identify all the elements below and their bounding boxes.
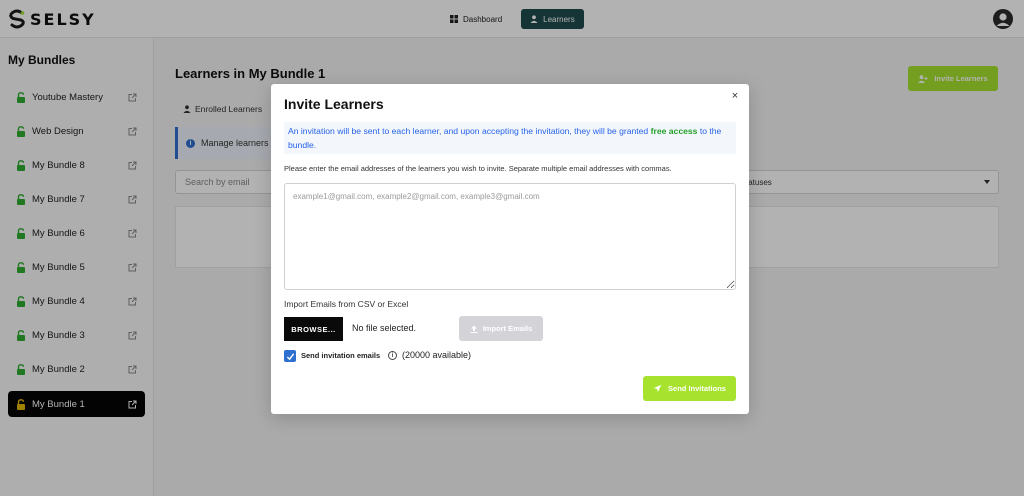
send-icon [653,384,662,393]
info-icon[interactable]: i [388,351,397,360]
import-label: Import Emails from CSV or Excel [284,299,409,309]
invite-learners-modal: Invite Learners × An invitation will be … [271,84,749,414]
import-emails-label: Import Emails [482,324,533,333]
instructions-text: Please enter the email addresses of the … [284,164,672,173]
browse-button[interactable]: BROWSE... [284,317,343,341]
notice-text-start: An invitation will be sent to each learn… [288,126,651,136]
check-icon [286,352,294,360]
send-invitations-button[interactable]: Send Invitations [643,376,736,401]
modal-title: Invite Learners [284,96,384,112]
email-addresses-textarea[interactable] [284,183,736,290]
file-status: No file selected. [352,323,417,333]
close-icon: × [731,90,739,102]
invitation-notice: An invitation will be sent to each learn… [284,122,736,154]
upload-icon [470,325,478,333]
send-invitations-label: Send Invitations [668,384,726,393]
close-button[interactable]: × [729,90,741,102]
send-invitation-emails-label: Send invitation emails [301,351,381,360]
notice-highlight: free access [650,126,698,136]
import-emails-button[interactable]: Import Emails [459,316,543,341]
send-invitation-emails-checkbox[interactable] [284,350,296,362]
available-count: (20000 available) [402,350,472,360]
